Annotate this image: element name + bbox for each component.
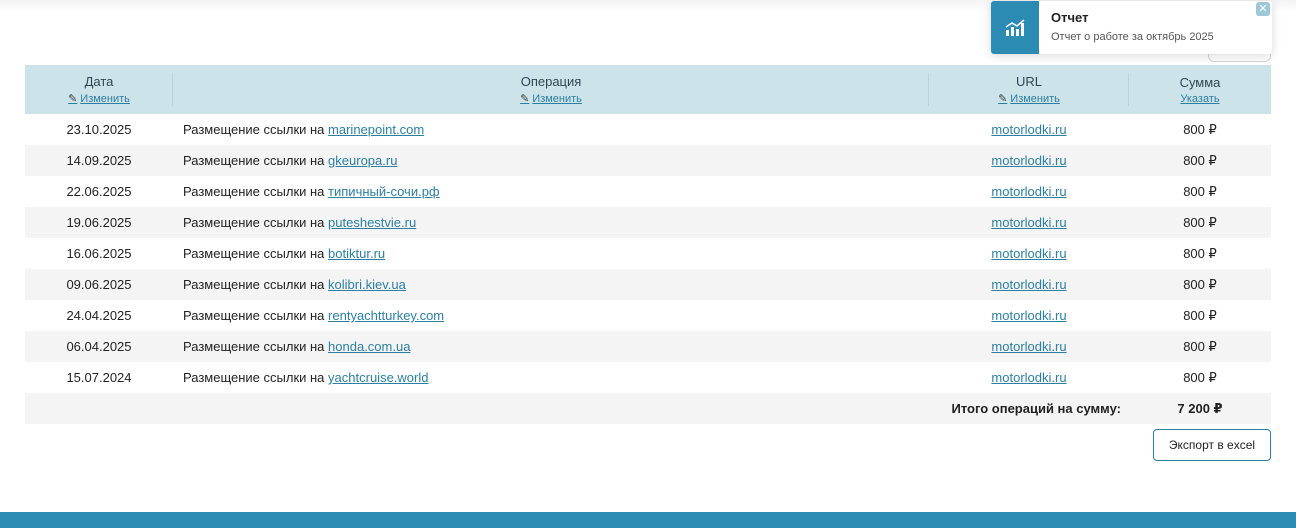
url-link[interactable]: motorlodki.ru xyxy=(991,122,1066,137)
url-edit-link[interactable]: ✎ Изменить xyxy=(998,92,1060,106)
row-operation: Размещение ссылки на honda.com.ua xyxy=(173,331,929,362)
page: Отчет Отчет о работе за октябрь 2025 ✕ Д… xyxy=(0,0,1296,528)
row-url: motorlodki.ru xyxy=(929,269,1129,300)
date-edit-link[interactable]: ✎ Изменить xyxy=(68,92,130,106)
row-url: motorlodki.ru xyxy=(929,145,1129,176)
table-header: Дата ✎ Изменить Операция ✎ Изменить URL ✎ И… xyxy=(25,65,1271,114)
site-link[interactable]: yachtcruise.world xyxy=(328,370,428,385)
column-url-label: URL xyxy=(1015,74,1042,89)
notification-title: Отчет xyxy=(1051,10,1089,25)
footer xyxy=(0,512,1296,528)
row-operation: Размещение ссылки на типичный-сочи.рф xyxy=(183,184,440,199)
row-sum: 800 ₽ xyxy=(1129,331,1271,362)
row-url: motorlodki.ru xyxy=(929,362,1129,393)
total-label: Итого операций на сумму: xyxy=(25,393,1129,424)
row-url: motorlodki.ru xyxy=(929,207,1129,238)
url-link[interactable]: motorlodki.ru xyxy=(991,215,1066,230)
row-url: motorlodki.ru xyxy=(929,114,1129,145)
column-date: Дата ✎ Изменить xyxy=(25,65,173,114)
row-operation: Размещение ссылки на yachtcruise.world xyxy=(183,370,429,385)
total-value: 7 200 ₽ xyxy=(1129,393,1271,424)
site-link[interactable]: honda.com.ua xyxy=(328,339,410,354)
row-date: 22.06.2025 xyxy=(66,184,132,199)
url-link[interactable]: motorlodki.ru xyxy=(991,277,1066,292)
row-date: 09.06.2025 xyxy=(25,269,173,300)
row-sum: 800 ₽ xyxy=(1129,269,1271,300)
row-date: 16.06.2025 xyxy=(66,246,132,261)
site-link[interactable]: marinepoint.com xyxy=(328,122,424,137)
row-operation: Размещение ссылки на botiktur.ru xyxy=(183,246,386,261)
site-link[interactable]: kolibri.kiev.ua xyxy=(328,277,406,292)
row-sum: 800 ₽ xyxy=(1183,307,1217,323)
url-link[interactable]: motorlodki.ru xyxy=(991,246,1066,261)
column-operation-label: Операция xyxy=(520,74,582,89)
column-date-label: Дата xyxy=(84,74,114,89)
table-row: 16.06.2025 Размещение ссылки на botiktur… xyxy=(25,238,1271,269)
table-row: 09.06.2025 Размещение ссылки на kolibri.… xyxy=(25,269,1271,300)
operation-edit-link[interactable]: ✎ Изменить xyxy=(520,92,582,106)
column-url: URL ✎ Изменить xyxy=(929,65,1129,114)
url-link[interactable]: motorlodki.ru xyxy=(991,184,1066,199)
site-link[interactable]: типичный-сочи.рф xyxy=(328,184,440,199)
row-url: motorlodki.ru xyxy=(929,176,1129,207)
table-row: 22.06.2025 Размещение ссылки на типичный… xyxy=(25,176,1271,207)
row-date: 14.09.2025 xyxy=(25,145,173,176)
site-link[interactable]: puteshestvie.ru xyxy=(328,215,416,230)
operations-table: Дата ✎ Изменить Операция ✎ Изменить URL ✎ И… xyxy=(25,65,1271,424)
table-row: 06.04.2025 Размещение ссылки на honda.co… xyxy=(25,331,1271,362)
table-row: 23.10.2025 Размещение ссылки на marinepo… xyxy=(25,114,1271,145)
row-url: motorlodki.ru xyxy=(929,331,1129,362)
pencil-icon: ✎ xyxy=(520,93,530,105)
url-link[interactable]: motorlodki.ru xyxy=(991,153,1066,168)
row-date: 06.04.2025 xyxy=(25,331,173,362)
site-link[interactable]: rentyachtturkey.com xyxy=(328,308,444,323)
total-row: Итого операций на сумму: 7 200 ₽ xyxy=(25,393,1271,424)
site-link[interactable]: gkeuropa.ru xyxy=(328,153,397,168)
table-row: 19.06.2025 Размещение ссылки на puteshes… xyxy=(25,207,1271,238)
table-row: 24.04.2025 Размещение ссылки на rentyach… xyxy=(25,300,1271,331)
row-date: 15.07.2024 xyxy=(66,370,132,385)
row-sum: 800 ₽ xyxy=(1129,207,1271,238)
url-link[interactable]: motorlodki.ru xyxy=(991,370,1066,385)
url-link[interactable]: motorlodki.ru xyxy=(991,339,1066,354)
row-sum: 800 ₽ xyxy=(1129,145,1271,176)
row-operation: Размещение ссылки на marinepoint.com xyxy=(183,122,425,137)
row-date: 24.04.2025 xyxy=(66,308,132,323)
sum-specify-link[interactable]: Указать xyxy=(1180,93,1219,105)
row-operation: Размещение ссылки на kolibri.kiev.ua xyxy=(173,269,929,300)
row-sum: 800 ₽ xyxy=(1183,369,1217,385)
notification-text: Отчет о работе за октябрь 2025 xyxy=(1051,31,1214,43)
row-sum: 800 ₽ xyxy=(1183,245,1217,261)
row-sum: 800 ₽ xyxy=(1183,183,1217,199)
row-operation: Размещение ссылки на gkeuropa.ru xyxy=(173,145,929,176)
table-row: 14.09.2025 Размещение ссылки на gkeuropa… xyxy=(25,145,1271,176)
row-url: motorlodki.ru xyxy=(929,300,1129,331)
row-sum: 800 ₽ xyxy=(1183,121,1217,137)
close-icon[interactable]: ✕ xyxy=(1256,2,1270,16)
notification-toast[interactable]: Отчет Отчет о работе за октябрь 2025 ✕ xyxy=(991,1,1272,54)
site-link[interactable]: botiktur.ru xyxy=(328,246,385,261)
row-url: motorlodki.ru xyxy=(929,238,1129,269)
column-sum-label: Сумма xyxy=(1179,74,1221,90)
column-operation: Операция ✎ Изменить xyxy=(173,65,929,114)
row-operation: Размещение ссылки на rentyachtturkey.com xyxy=(183,308,445,323)
row-date: 23.10.2025 xyxy=(66,122,132,137)
row-operation: Размещение ссылки на puteshestvie.ru xyxy=(173,207,929,238)
column-sum: Сумма Указать xyxy=(1129,65,1271,114)
row-date: 19.06.2025 xyxy=(25,207,173,238)
table-row: 15.07.2024 Размещение ссылки на yachtcru… xyxy=(25,362,1271,393)
chart-icon xyxy=(991,1,1039,54)
url-link[interactable]: motorlodki.ru xyxy=(991,308,1066,323)
export-excel-button[interactable]: Экспорт в excel xyxy=(1153,429,1271,461)
pencil-icon: ✎ xyxy=(998,93,1008,105)
pencil-icon: ✎ xyxy=(68,93,78,105)
